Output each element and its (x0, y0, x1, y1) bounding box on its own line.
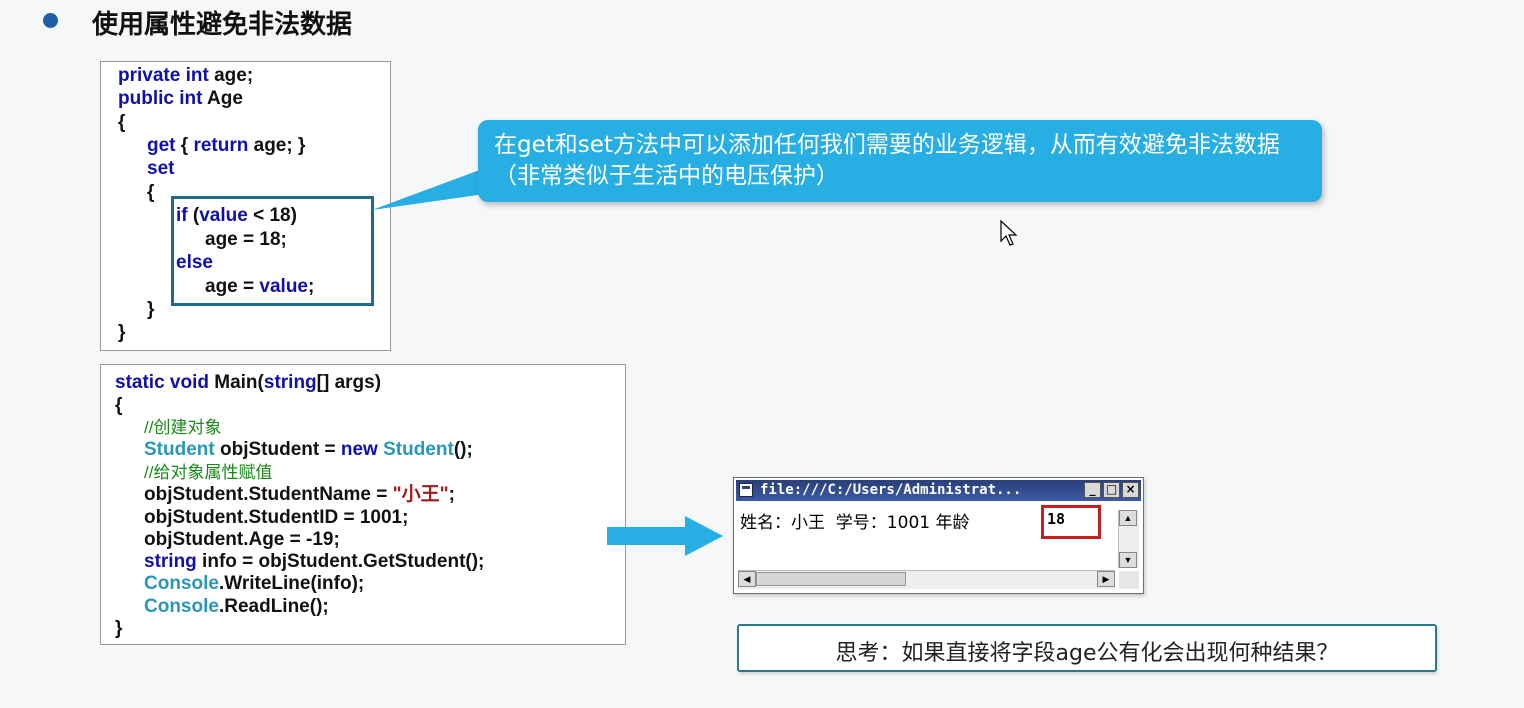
scroll-right-button[interactable]: ▶ (1097, 571, 1115, 587)
think-question-box: 思考：如果直接将字段age公有化会出现何种结果？ (737, 624, 1437, 672)
mouse-cursor-icon (1000, 220, 1018, 246)
console-output-area[interactable]: 姓名：小王 学号：1001 年龄 18 ▲ ▼ ◀ ▶ (736, 502, 1141, 591)
code-line: } (147, 299, 155, 320)
code-line: } (115, 618, 123, 639)
vertical-scrollbar[interactable]: ▲ ▼ (1118, 510, 1139, 568)
think-question-text: 思考：如果直接将字段age公有化会出现何种结果？ (835, 641, 1339, 666)
close-button[interactable]: × (1122, 482, 1139, 498)
code-comment: //创建对象 (144, 418, 222, 437)
maximize-button[interactable]: □ (1103, 482, 1120, 498)
code-line: private int age; (118, 65, 254, 86)
highlight-box (1041, 505, 1101, 539)
code-line: Console.ReadLine(); (144, 596, 329, 617)
main-method-code-box: static void Main(string[] args) { //创建对象… (100, 364, 626, 645)
code-line: Student objStudent = new Student(); (144, 439, 473, 460)
code-line: string info = objStudent.GetStudent(); (144, 551, 485, 572)
right-arrow-icon (607, 516, 723, 556)
highlight-box (171, 196, 374, 306)
scroll-left-button[interactable]: ◀ (738, 571, 756, 587)
code-line: } (118, 322, 126, 343)
console-title: file:///C:/Users/Administrat... (760, 482, 1022, 498)
console-output-text: 姓名：小王 学号：1001 年龄 (740, 513, 970, 533)
bullet-icon (43, 13, 58, 28)
code-line: objStudent.StudentID = 1001; (144, 507, 409, 528)
code-comment: //给对象属性赋值 (144, 463, 273, 482)
code-line: objStudent.StudentName = "小王"; (144, 484, 455, 505)
minimize-button[interactable]: _ (1084, 482, 1101, 498)
code-line: get { return age; } (147, 135, 306, 156)
slide-title: 使用属性避免非法数据 (92, 10, 353, 40)
code-line: Console.WriteLine(info); (144, 573, 365, 594)
scroll-down-button[interactable]: ▼ (1119, 552, 1137, 568)
scroll-up-button[interactable]: ▲ (1119, 510, 1137, 526)
code-line: { (118, 112, 126, 133)
horizontal-scrollbar[interactable]: ◀ ▶ (738, 570, 1115, 589)
code-line: { (115, 395, 123, 416)
console-titlebar[interactable]: file:///C:/Users/Administrat... _ □ × (736, 480, 1141, 501)
callout-bubble: 在get和set方法中可以添加任何我们需要的业务逻辑，从而有效避免非法数据（非常… (478, 120, 1322, 202)
scroll-thumb[interactable] (756, 572, 906, 586)
code-line: set (147, 158, 175, 179)
property-code-box: private int age; public int Age { get { … (100, 61, 391, 351)
code-line: static void Main(string[] args) (115, 372, 382, 393)
console-window: file:///C:/Users/Administrat... _ □ × 姓名… (733, 477, 1144, 594)
code-line: { (147, 182, 155, 203)
window-icon (739, 483, 753, 497)
callout-pointer (372, 168, 485, 210)
code-line: public int Age (118, 88, 243, 109)
code-line: objStudent.Age = -19; (144, 529, 340, 550)
resize-grip-icon[interactable] (1119, 571, 1139, 589)
callout-text: 在get和set方法中可以添加任何我们需要的业务逻辑，从而有效避免非法数据（非常… (494, 132, 1280, 189)
